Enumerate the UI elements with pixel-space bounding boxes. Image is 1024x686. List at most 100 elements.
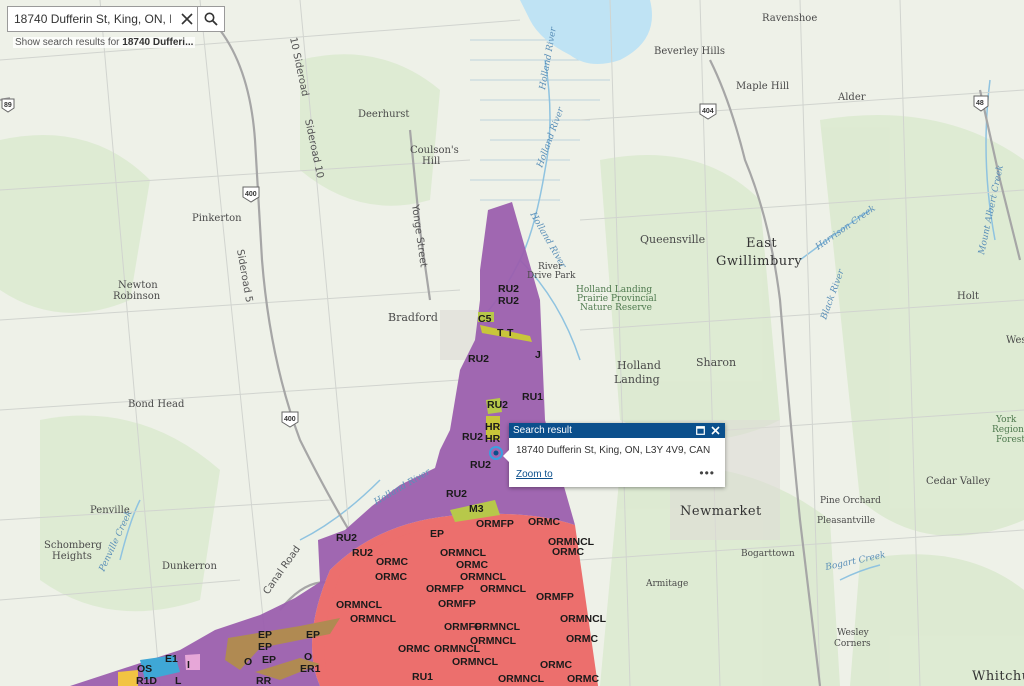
search-icon (204, 12, 218, 26)
maximize-icon[interactable] (694, 425, 706, 437)
place-pinkerton: Pinkerton (192, 213, 242, 224)
place-bond-head: Bond Head (128, 399, 185, 410)
zone-label-ormncl[interactable]: ORMNCL (460, 571, 507, 583)
popup-title: Search result (513, 425, 572, 436)
basemap[interactable]: Ravenshoe Beverley Hills Maple Hill Alde… (0, 0, 1024, 686)
place-deerhurst: Deerhurst (358, 109, 409, 120)
zone-label-ru2[interactable]: RU2 (470, 459, 491, 471)
search-result-popup: Search result 18740 Dufferin St, King, O… (503, 423, 725, 487)
zone-label-ormncl[interactable]: ORMNCL (350, 613, 397, 625)
zone-label-ormc[interactable]: ORMC (552, 546, 584, 558)
zone-label-ormncl[interactable]: ORMNCL (452, 656, 499, 668)
zone-label-ru2[interactable]: RU2 (498, 283, 519, 295)
zone-label-ru1[interactable]: RU1 (522, 391, 543, 403)
zone-label-ormncl[interactable]: ORMNCL (336, 599, 383, 611)
zone-label-ep[interactable]: EP (258, 641, 272, 653)
svg-text:89: 89 (4, 102, 12, 109)
zone-label-ru2[interactable]: RU2 (487, 399, 508, 411)
search-suggestion-term: 18740 Dufferi... (122, 37, 194, 48)
zone-label-ru2[interactable]: RU2 (468, 353, 489, 365)
zone-label-ormfp[interactable]: ORMFP (536, 591, 574, 603)
zone-label-ep[interactable]: EP (258, 629, 272, 641)
place-east-gwillimbury: East (746, 236, 777, 251)
zone-label-ormc[interactable]: ORMC (567, 673, 599, 685)
zone-label-c5[interactable]: C5 (478, 313, 492, 325)
zone-label-ormc[interactable]: ORMC (398, 643, 430, 655)
place-york-regional-forest: York (995, 415, 1017, 425)
zone-label-ormfp[interactable]: ORMFP (426, 583, 464, 595)
place-holland-landing-prairie-3: Nature Reserve (580, 303, 652, 313)
zone-label-t[interactable]: T (507, 327, 514, 339)
zone-label-ormc[interactable]: ORMC (540, 659, 572, 671)
place-bogarttown: Bogarttown (741, 549, 795, 559)
place-river-drive-park-2: Drive Park (527, 271, 576, 281)
zone-label-ormncl[interactable]: ORMNCL (498, 673, 545, 685)
zone-label-e1[interactable]: E1 (165, 653, 178, 665)
svg-text:404: 404 (702, 108, 714, 115)
zone-label-ep[interactable]: EP (430, 528, 444, 540)
zone-label-hr[interactable]: HR (485, 421, 501, 433)
zone-label-er1[interactable]: ER1 (300, 663, 321, 675)
zone-label-ep[interactable]: EP (306, 629, 320, 641)
close-icon[interactable] (709, 425, 721, 437)
zone-label-ormncl[interactable]: ORMNCL (560, 613, 607, 625)
place-york-regional-forest-2: Regional (992, 425, 1024, 435)
zone-label-ormfp[interactable]: ORMFP (444, 621, 482, 633)
place-holt: Holt (957, 291, 979, 302)
zone-label-t[interactable]: T (497, 327, 504, 339)
place-beverley-hills: Beverley Hills (654, 46, 725, 57)
zone-label-ormc[interactable]: ORMC (566, 633, 598, 645)
zone-label-l[interactable]: L (175, 675, 182, 686)
zone-label-hr[interactable]: HR (485, 433, 501, 445)
zone-label-ru2[interactable]: RU2 (446, 488, 467, 500)
zone-label-ormc[interactable]: ORMC (376, 556, 408, 568)
place-ravenshoe: Ravenshoe (762, 13, 817, 24)
zone-label-ep[interactable]: EP (262, 654, 276, 666)
place-newmarket: Newmarket (680, 504, 762, 519)
zone-label-o[interactable]: O (304, 651, 312, 663)
place-schomberg: Schomberg (44, 540, 102, 551)
zone-label-ormncl[interactable]: ORMNCL (440, 547, 487, 559)
zone-label-m3[interactable]: M3 (469, 503, 484, 515)
place-holland-landing-2: Landing (614, 373, 660, 386)
place-armitage: Armitage (645, 579, 688, 589)
zone-label-ormncl[interactable]: ORMNCL (434, 643, 481, 655)
zone-label-ru2[interactable]: RU2 (498, 295, 519, 307)
search-box[interactable] (7, 6, 225, 32)
zone-label-o[interactable]: O (244, 656, 252, 668)
zone-label-j[interactable]: J (535, 349, 541, 361)
zone-label-ormc[interactable]: ORMC (375, 571, 407, 583)
zone-label-ru2[interactable]: RU2 (336, 532, 357, 544)
place-wesley-corners: Wesley (837, 628, 870, 638)
zone-label-i[interactable]: I (187, 659, 190, 671)
zone-label-ru2[interactable]: RU2 (352, 547, 373, 559)
place-newton-robinson: Newton (118, 280, 158, 291)
place-pine-orchard: Pine Orchard (820, 496, 881, 506)
svg-text:400: 400 (245, 191, 257, 198)
search-button[interactable] (197, 7, 224, 31)
zone-label-os[interactable]: OS (137, 663, 152, 675)
close-icon[interactable] (177, 7, 197, 31)
zone-label-ormc[interactable]: ORMC (456, 559, 488, 571)
zoom-to-link[interactable]: Zoom to (516, 469, 553, 480)
search-input[interactable] (8, 8, 177, 30)
place-pleasantville: Pleasantville (817, 516, 875, 526)
more-options-icon[interactable]: ••• (699, 467, 715, 480)
svg-text:48: 48 (976, 100, 984, 107)
zone-label-ormncl[interactable]: ORMNCL (480, 583, 527, 595)
zone-label-ormc[interactable]: ORMC (528, 516, 560, 528)
zone-label-ru2[interactable]: RU2 (462, 431, 483, 443)
zone-label-rr[interactable]: RR (256, 675, 272, 686)
popup-header: Search result (509, 423, 725, 438)
search-suggestion[interactable]: Show search results for 18740 Dufferi... (13, 37, 196, 48)
place-whitchurch: Whitchu (972, 669, 1024, 684)
place-alder: Alder (837, 92, 866, 103)
place-coulsons-hill: Coulson's (410, 145, 459, 156)
zone-label-ru1[interactable]: RU1 (412, 671, 433, 683)
popup-pointer (503, 450, 509, 462)
zone-label-ormfp[interactable]: ORMFP (438, 598, 476, 610)
place-sharon: Sharon (696, 356, 736, 369)
zone-label-ormfp[interactable]: ORMFP (476, 518, 514, 530)
zone-label-r1d[interactable]: R1D (136, 675, 157, 686)
place-schomberg-2: Heights (52, 551, 92, 562)
